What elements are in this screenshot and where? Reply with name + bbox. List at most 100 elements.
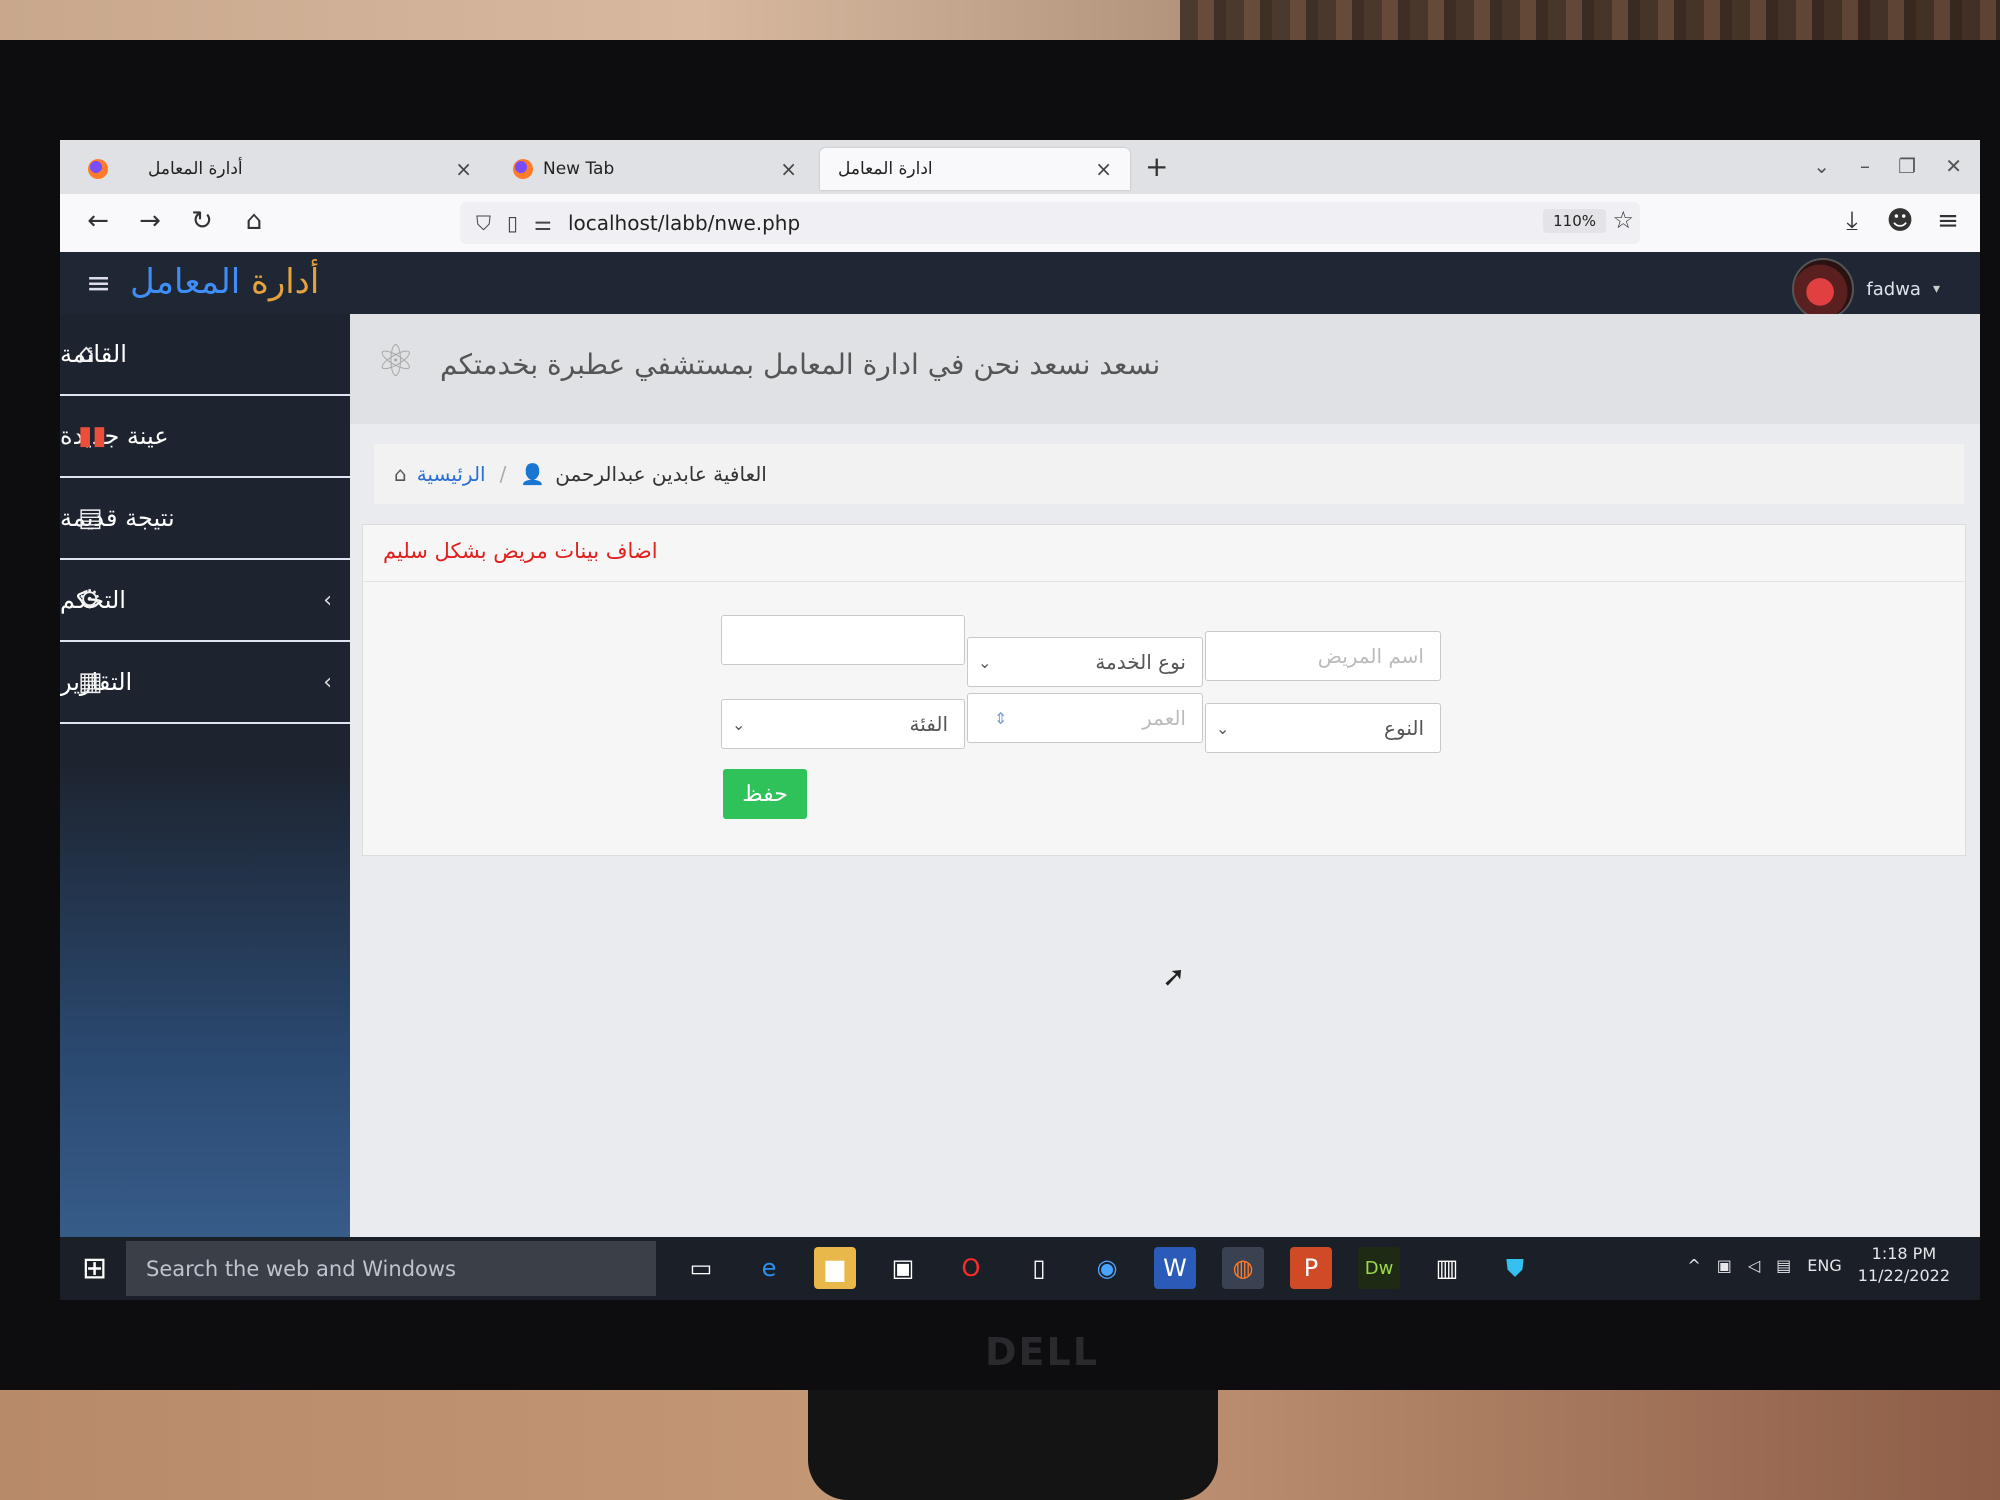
- gear-icon: ⚙: [78, 585, 102, 615]
- windows-start-icon[interactable]: ⊞: [82, 1251, 107, 1286]
- shield-app-icon[interactable]: ⛊: [1494, 1247, 1536, 1289]
- restore-icon[interactable]: ❐: [1898, 154, 1916, 178]
- tab-label: ادارة المعامل: [838, 159, 933, 179]
- new-tab-icon[interactable]: +: [1145, 150, 1168, 183]
- sidebar-item-home[interactable]: ⌂ القائمة: [60, 314, 350, 396]
- app-title[interactable]: أدارة المعامل: [130, 262, 319, 302]
- placeholder-text: العمر: [1142, 706, 1186, 730]
- sidebar-item-label: عينة جديدة: [60, 422, 169, 450]
- monitor-brand: DELL: [985, 1330, 1099, 1374]
- download-icon[interactable]: ⤓: [1834, 206, 1870, 237]
- app-header: ≡ أدارة المعامل fadwa ▾: [60, 252, 1980, 320]
- patient-name-input[interactable]: اسم المريض: [1205, 631, 1441, 681]
- notepad-icon[interactable]: ▯: [1018, 1247, 1060, 1289]
- chrome-icon[interactable]: ◉: [1086, 1247, 1128, 1289]
- notification-icon[interactable]: ▤: [1776, 1256, 1791, 1275]
- opera-icon[interactable]: O: [950, 1247, 992, 1289]
- firefox-icon: [513, 159, 533, 179]
- placeholder-text: اسم المريض: [1317, 644, 1424, 668]
- close-icon[interactable]: ×: [455, 157, 472, 181]
- list-tabs-icon[interactable]: ⌄: [1813, 154, 1830, 178]
- chart-icon: ▮▮: [78, 421, 107, 451]
- minimize-icon[interactable]: –: [1860, 154, 1870, 178]
- server-icon[interactable]: ▥: [1426, 1247, 1468, 1289]
- firefox-taskbar-icon[interactable]: ◍: [1222, 1247, 1264, 1289]
- gender-select[interactable]: ⌄ النوع: [1205, 703, 1441, 753]
- stepper-icon[interactable]: ⇕: [994, 709, 1007, 728]
- network-icon[interactable]: ▣: [1717, 1256, 1732, 1275]
- permissions-icon[interactable]: ⚌: [534, 211, 552, 235]
- tab-label: أدارة المعامل: [148, 159, 243, 179]
- user-icon: 👤: [520, 462, 546, 486]
- tab-bar: أدارة المعامل × New Tab × ادارة المعامل …: [60, 140, 1980, 194]
- zoom-level[interactable]: 110%: [1543, 209, 1606, 233]
- file-explorer-icon[interactable]: ▆: [814, 1247, 856, 1289]
- document-icon: ▤: [78, 503, 103, 533]
- sidebar-item-reports[interactable]: ▦ التقارير ›: [60, 642, 350, 724]
- powerpoint-icon[interactable]: P: [1290, 1247, 1332, 1289]
- forward-icon[interactable]: →: [132, 206, 168, 236]
- select-value: نوع الخدمة: [1095, 650, 1186, 674]
- chevron-down-icon: ⌄: [732, 714, 746, 734]
- tab-3[interactable]: ادارة المعامل ×: [820, 148, 1130, 190]
- sidebar-item-old-result[interactable]: ▤ نتيجة قديمة: [60, 478, 350, 560]
- home-icon: ⌂: [394, 462, 407, 486]
- mouse-cursor-icon: ➚: [1162, 960, 1186, 993]
- bookmark-star-icon[interactable]: ☆: [1612, 206, 1634, 234]
- page-icon[interactable]: ▯: [507, 211, 518, 235]
- account-icon[interactable]: ☻: [1882, 206, 1918, 236]
- app-title-part2: المعامل: [130, 262, 251, 302]
- caret-down-icon: ▾: [1932, 281, 1940, 297]
- edge-icon[interactable]: e: [748, 1247, 790, 1289]
- language-indicator[interactable]: ENG: [1807, 1256, 1841, 1275]
- save-button[interactable]: حفظ: [723, 769, 807, 819]
- nav-bar: ← → ↻ ⌂ ⛉ ▯ ⚌ localhost/labb/nwe.php 110…: [60, 194, 1980, 253]
- task-view-icon[interactable]: ▭: [680, 1247, 722, 1289]
- screen: أدارة المعامل × New Tab × ادارة المعامل …: [60, 140, 1980, 1300]
- hamburger-icon[interactable]: ≡: [86, 266, 111, 301]
- firefox-icon: [88, 159, 108, 179]
- taskbar: ⊞ Search the web and Windows ▭ e ▆ ▣ O ▯…: [60, 1237, 1980, 1300]
- category-select[interactable]: ⌄ الفئة: [721, 699, 965, 749]
- taskbar-search[interactable]: Search the web and Windows: [126, 1241, 656, 1296]
- store-icon[interactable]: ▣: [882, 1247, 924, 1289]
- select-value: الفئة: [909, 712, 948, 736]
- tab-2[interactable]: New Tab ×: [495, 148, 815, 190]
- chevron-up-icon[interactable]: ^: [1687, 1256, 1700, 1275]
- address-bar[interactable]: ⛉ ▯ ⚌ localhost/labb/nwe.php 110% ☆: [460, 202, 1640, 244]
- panel-header: اضاف بينات مريض بشكل سليم: [363, 525, 1965, 582]
- breadcrumb-home-link[interactable]: الرئيسية: [417, 462, 486, 486]
- tab-label: New Tab: [543, 159, 615, 179]
- user-menu[interactable]: fadwa ▾: [1792, 258, 1940, 320]
- shield-icon[interactable]: ⛉: [476, 211, 491, 235]
- dreamweaver-icon[interactable]: Dw: [1358, 1247, 1400, 1289]
- reload-icon[interactable]: ↻: [184, 206, 220, 236]
- breadcrumb-separator: /: [499, 462, 507, 486]
- tab-1[interactable]: أدارة المعامل ×: [70, 148, 490, 190]
- system-tray: ^ ▣ ◁ ▤ ENG 1:18 PM 11/22/2022: [1687, 1243, 1950, 1287]
- menu-icon[interactable]: ≡: [1930, 206, 1966, 236]
- welcome-banner: ⚛ نسعد نسعد نحن في ادارة المعامل بمستشفي…: [350, 314, 1980, 424]
- chevron-down-icon: ⌄: [1216, 718, 1230, 738]
- app-title-part1: أدارة: [251, 262, 320, 302]
- form-title: اضاف بينات مريض بشكل سليم: [383, 539, 658, 563]
- close-icon[interactable]: ×: [1095, 157, 1112, 181]
- sidebar-item-control[interactable]: ⚙ التحكم ›: [60, 560, 350, 642]
- back-icon[interactable]: ←: [80, 206, 116, 236]
- welcome-text: نسعد نسعد نحن في ادارة المعامل بمستشفي ع…: [440, 348, 1161, 381]
- blank-input[interactable]: [721, 615, 965, 665]
- volume-icon[interactable]: ◁: [1748, 1256, 1760, 1275]
- service-type-select[interactable]: ⌄ نوع الخدمة: [967, 637, 1203, 687]
- word-icon[interactable]: W: [1154, 1247, 1196, 1289]
- age-input[interactable]: ⇕ العمر: [967, 693, 1203, 743]
- chevron-right-icon: ›: [323, 669, 332, 695]
- sidebar: ⌂ القائمة ▮▮ عينة جديدة ▤ نتيجة قديمة ⚙ …: [60, 314, 350, 1300]
- sidebar-item-new-sample[interactable]: ▮▮ عينة جديدة: [60, 396, 350, 478]
- url-text[interactable]: localhost/labb/nwe.php: [568, 211, 800, 235]
- clock[interactable]: 1:18 PM 11/22/2022: [1858, 1243, 1950, 1287]
- home-icon: ⌂: [78, 339, 95, 369]
- close-icon[interactable]: ×: [780, 157, 797, 181]
- home-icon[interactable]: ⌂: [236, 206, 272, 236]
- window-close-icon[interactable]: ✕: [1945, 154, 1962, 178]
- main-content: ⚛ نسعد نسعد نحن في ادارة المعامل بمستشفي…: [350, 314, 1980, 1300]
